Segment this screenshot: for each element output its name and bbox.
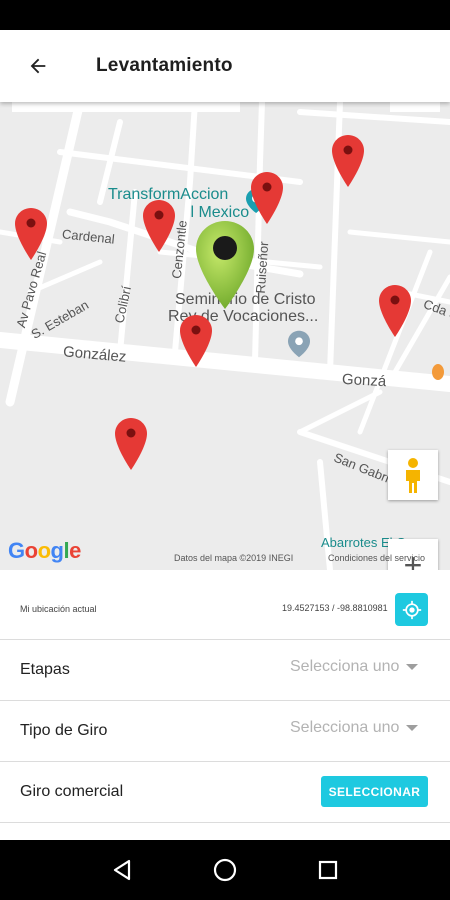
triangle-back-icon <box>113 859 130 881</box>
arrow-left-icon <box>30 58 46 74</box>
current-location-label: Mi ubicación actual <box>20 604 97 614</box>
map-marker-icon[interactable] <box>251 172 283 224</box>
poi-pin-icon <box>288 330 310 358</box>
tipo-giro-dropdown[interactable]: Selecciona uno <box>290 716 430 740</box>
tipo-giro-dropdown-value: Selecciona uno <box>290 719 400 736</box>
current-location-coords: 19.4527153 / -98.8810981 <box>282 603 388 613</box>
map-marker-icon[interactable] <box>332 135 364 187</box>
current-location-row: Mi ubicación actual 19.4527153 / -98.881… <box>0 582 450 638</box>
chevron-down-icon <box>406 725 419 731</box>
etapas-dropdown[interactable]: Selecciona uno <box>290 655 430 679</box>
map-terms-link[interactable]: Condiciones del servicio <box>328 553 425 563</box>
map-marker-icon[interactable] <box>180 315 212 367</box>
back-button[interactable] <box>14 42 62 90</box>
system-nav-bar <box>0 840 450 900</box>
status-bar <box>0 0 450 30</box>
etapas-dropdown-value: Selecciona uno <box>290 658 400 675</box>
current-location-marker-icon[interactable] <box>196 221 254 309</box>
locate-me-button[interactable] <box>395 593 428 626</box>
nav-recents-button[interactable] <box>308 850 348 890</box>
nav-back-button[interactable] <box>102 850 142 890</box>
tipo-giro-label: Tipo de Giro <box>20 722 108 739</box>
map-marker-icon[interactable] <box>379 285 411 337</box>
my-location-icon <box>402 600 421 619</box>
square-recents-icon <box>319 860 338 880</box>
divider <box>0 761 450 762</box>
pegman-icon <box>406 458 420 493</box>
map-marker-icon[interactable] <box>143 200 175 252</box>
street-label: Gonzá <box>341 370 387 391</box>
select-giro-button[interactable]: SELECCIONAR <box>321 776 428 807</box>
divider <box>0 639 450 640</box>
map-marker-icon[interactable] <box>115 418 147 470</box>
survey-form: Mi ubicación actual 19.4527153 / -98.881… <box>0 570 450 840</box>
etapas-label: Etapas <box>20 661 70 678</box>
divider <box>0 700 450 701</box>
nav-home-button[interactable] <box>205 850 245 890</box>
street-view-button[interactable] <box>388 450 438 500</box>
map-marker-icon[interactable] <box>15 208 47 260</box>
store-marker <box>432 364 444 380</box>
giro-comercial-label: Giro comercial <box>20 783 124 800</box>
circle-home-icon <box>213 858 237 882</box>
app-bar: Levantamiento <box>0 30 450 102</box>
divider <box>0 822 450 823</box>
map-data-attribution: Datos del mapa ©2019 INEGI <box>174 553 294 563</box>
chevron-down-icon <box>406 664 419 670</box>
page-title: Levantamiento <box>96 55 233 76</box>
map-view[interactable]: Cardenal S. Esteban Colibrí Cenzontle Ru… <box>0 102 450 570</box>
google-logo: Google <box>8 538 81 563</box>
